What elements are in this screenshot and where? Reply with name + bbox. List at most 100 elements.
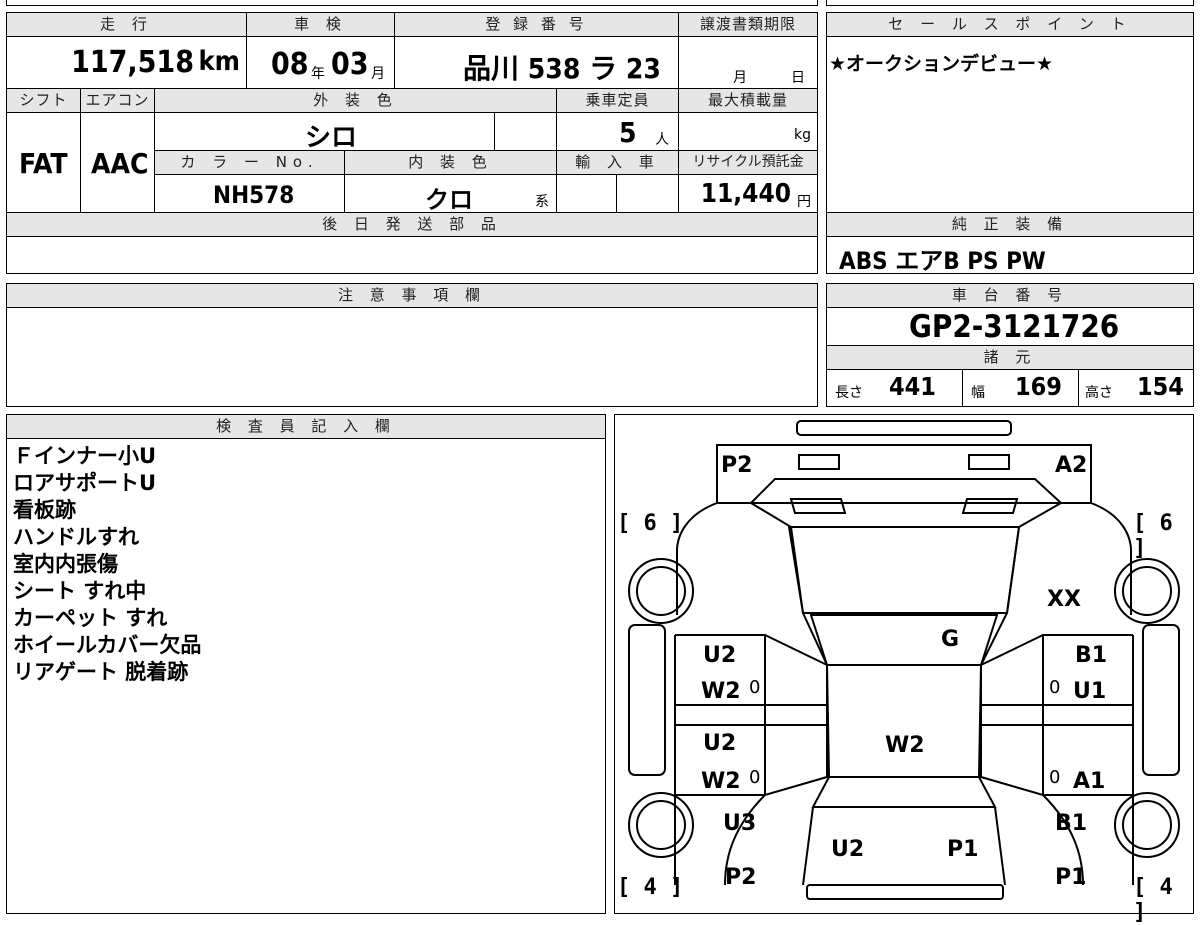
inspector-notes: Ｆインナー小U ロアサポートU 看板跡 ハンドルすれ 室内内張傷 シート すれ中… xyxy=(13,443,201,686)
mark-zero-rear-right: 0 xyxy=(1049,767,1061,788)
sales-point-text: ★オークションデビュー★ xyxy=(829,53,1054,75)
inspector-note: ホイールカバー欠品 xyxy=(13,633,202,657)
ac-cell: AAC xyxy=(81,113,155,213)
recycle-unit: 円 xyxy=(797,194,811,210)
mark-a2-front: A2 xyxy=(1055,453,1088,478)
shift-header: シフト xyxy=(7,89,81,113)
colorno-header: カ ラ ー No. xyxy=(155,151,345,175)
width-cell: 幅 169 xyxy=(963,370,1079,406)
mark-p2-rear-left: P2 xyxy=(725,865,757,890)
bracket-rear-right: [ 4 ] xyxy=(1133,875,1173,925)
interior-header: 内 装 色 xyxy=(345,151,557,175)
mark-b1-front-right: B1 xyxy=(1075,643,1108,668)
info-table: 走 行 車 検 登 録 番 号 譲渡書類期限 117,518 km 08 年 0… xyxy=(6,12,818,274)
exterior-header: 外 装 色 xyxy=(155,89,557,113)
inspector-note: リアゲート 脱着跡 xyxy=(13,660,189,684)
mark-p1-rear-right: P1 xyxy=(1055,865,1087,890)
exterior-value: シロ xyxy=(305,123,358,153)
shift-cell: FAT xyxy=(7,113,81,213)
mark-p2-front: P2 xyxy=(721,453,753,478)
inspector-header: 検 査 員 記 入 欄 xyxy=(7,415,605,439)
later-parts-header: 後 日 発 送 部 品 xyxy=(7,213,817,237)
inspection-month: 03 xyxy=(331,47,369,82)
inspector-note: ロアサポートU xyxy=(13,471,157,495)
maxload-unit: kg xyxy=(794,127,811,143)
mark-u2-front-left: U2 xyxy=(703,643,737,668)
mark-zero-rear-left: 0 xyxy=(749,767,761,788)
recycle-header: リサイクル預託金 xyxy=(679,151,817,175)
transfer-month-unit: 月 xyxy=(733,70,747,86)
car-diagram-box: [ 6 ] [ 6 ] [ 4 ] [ 4 ] P2 A2 XX G U2 W2… xyxy=(614,414,1194,925)
mileage-header: 走 行 xyxy=(7,13,247,37)
colorno-value: NH578 xyxy=(213,181,295,209)
mark-g: G xyxy=(941,627,960,652)
specs-header: 諸 元 xyxy=(827,346,1193,370)
mark-xx: XX xyxy=(1047,587,1081,612)
maxload-header: 最大積載量 xyxy=(679,89,817,113)
exterior-extra-cell xyxy=(495,113,557,151)
mark-u2-rear: U2 xyxy=(831,837,865,862)
import-cell-b xyxy=(617,175,679,213)
length-label: 長さ xyxy=(835,385,863,401)
mileage-cell: 117,518 km xyxy=(7,37,247,89)
inspector-note: 看板跡 xyxy=(13,498,76,522)
registration-header: 登 録 番 号 xyxy=(395,13,679,37)
inspector-note: 室内内張傷 xyxy=(13,552,118,576)
transfer-header: 譲渡書類期限 xyxy=(679,13,817,37)
mark-u3: U3 xyxy=(723,811,757,836)
inspection-cell: 08 年 03 月 xyxy=(247,37,395,89)
mark-w2-front-left: W2 xyxy=(701,679,741,704)
interior-cell: クロ 系 xyxy=(345,175,557,214)
maxload-cell: kg xyxy=(679,113,817,151)
height-value: 154 xyxy=(1137,372,1184,401)
mileage-unit: km xyxy=(198,46,240,77)
mark-u2-rear-left: U2 xyxy=(703,731,737,756)
mark-b1-rear-right: B1 xyxy=(1055,811,1088,836)
inspection-month-unit: 月 xyxy=(371,66,385,82)
import-cell-a xyxy=(557,175,617,213)
top-strip xyxy=(6,0,818,6)
capacity-unit: 人 xyxy=(655,132,669,148)
sales-point-box: セ ー ル ス ポ イ ン ト ★オークションデビュー★ xyxy=(826,12,1194,214)
equipment-box: 純 正 装 備 ABS エアB PS PW xyxy=(826,212,1194,275)
width-label: 幅 xyxy=(971,385,985,401)
ac-value: AAC xyxy=(91,147,149,180)
inspector-note: ハンドルすれ xyxy=(13,525,139,549)
import-header: 輸 入 車 xyxy=(557,151,679,175)
length-value: 441 xyxy=(889,372,936,401)
chassis-value: GP2-3121726 xyxy=(909,309,1120,345)
interior-suffix: 系 xyxy=(535,194,549,210)
notes-box: 注 意 事 項 欄 xyxy=(6,283,818,407)
inspector-note: カーペット すれ xyxy=(13,606,168,630)
recycle-value: 11,440 xyxy=(700,179,791,209)
capacity-value: 5 xyxy=(619,116,637,149)
recycle-cell: 11,440 円 xyxy=(679,175,817,213)
inspection-year: 08 xyxy=(271,47,309,82)
capacity-cell: 5 人 xyxy=(557,113,679,151)
inspector-note: シート すれ中 xyxy=(13,579,147,603)
sales-point-header: セ ー ル ス ポ イ ン ト xyxy=(827,13,1193,37)
mark-zero-front-left: 0 xyxy=(749,677,761,698)
mark-u1-front-right: U1 xyxy=(1073,679,1107,704)
bracket-front-right: [ 6 ] xyxy=(1133,511,1173,561)
mark-zero-front-right: 0 xyxy=(1049,677,1061,698)
inspector-box: 検 査 員 記 入 欄 Ｆインナー小U ロアサポートU 看板跡 ハンドルすれ 室… xyxy=(6,414,606,914)
notes-header: 注 意 事 項 欄 xyxy=(7,284,817,308)
chassis-header: 車 台 番 号 xyxy=(827,284,1193,308)
top-strip-right xyxy=(826,0,1194,6)
ac-header: エアコン xyxy=(81,89,155,113)
chassis-cell: GP2-3121726 xyxy=(827,308,1193,346)
transfer-cell: 月 日 xyxy=(679,37,817,89)
mark-a1-rear-right: A1 xyxy=(1073,769,1106,794)
interior-value: クロ xyxy=(425,186,473,214)
width-value: 169 xyxy=(1015,372,1062,401)
registration-value: 品川 538 ラ 23 xyxy=(463,52,661,85)
height-cell: 高さ 154 xyxy=(1079,370,1193,406)
height-label: 高さ xyxy=(1085,385,1113,401)
length-cell: 長さ 441 xyxy=(827,370,963,406)
equipment-value: ABS エアB PS PW xyxy=(839,247,1046,275)
equipment-header: 純 正 装 備 xyxy=(827,213,1193,237)
registration-cell: 品川 538 ラ 23 xyxy=(395,37,679,89)
inspector-note: Ｆインナー小U xyxy=(13,444,157,468)
mileage-value: 117,518 xyxy=(71,45,194,80)
